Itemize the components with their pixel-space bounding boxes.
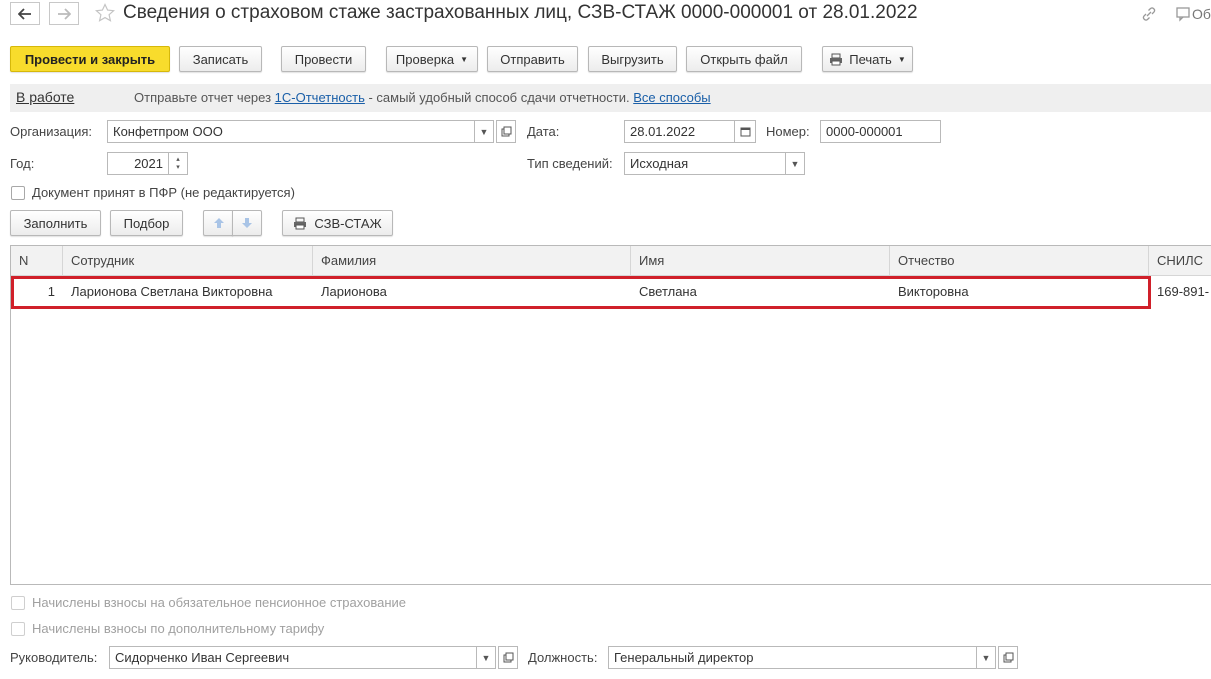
arrow-up-icon <box>213 218 224 228</box>
date-label: Дата: <box>527 124 560 139</box>
check-button-label: Проверка <box>395 51 455 67</box>
status-message: Отправьте отчет через 1С-Отчетность - са… <box>134 90 711 105</box>
print-dropdown-button[interactable]: Печать ▼ <box>822 46 913 72</box>
open-file-button[interactable]: Открыть файл <box>686 46 802 72</box>
organization-field[interactable]: Конфетпром ООО <box>107 120 475 143</box>
link-icon[interactable] <box>1140 5 1158 26</box>
back-button[interactable] <box>10 2 40 25</box>
employees-table[interactable]: N Сотрудник Фамилия Имя Отчество СНИЛС 1… <box>10 245 1211 585</box>
position-dropdown-button[interactable]: ▼ <box>976 646 996 669</box>
send-button[interactable]: Отправить <box>487 46 578 72</box>
column-header-employee[interactable]: Сотрудник <box>63 246 313 276</box>
star-icon <box>94 3 116 22</box>
row-highlight-frame <box>11 276 1151 309</box>
accepted-by-pfr-checkbox[interactable] <box>11 186 25 200</box>
print-szv-stazh-label: СЗВ-СТАЖ <box>314 215 382 231</box>
move-up-button[interactable] <box>203 210 233 236</box>
select-button[interactable]: Подбор <box>110 210 183 236</box>
check-dropdown-button[interactable]: Проверка ▼ <box>386 46 478 72</box>
calendar-icon <box>740 127 750 137</box>
stepper-down-icon: ▾ <box>176 163 180 171</box>
status-bar: В работе Отправьте отчет через 1С-Отчетн… <box>10 84 1211 112</box>
printer-icon <box>830 53 843 65</box>
favorite-star-button[interactable] <box>94 3 116 26</box>
year-stepper[interactable]: ▴ ▾ <box>168 152 188 175</box>
additional-tariff-checkbox[interactable] <box>11 622 25 636</box>
open-form-icon <box>503 652 513 663</box>
year-field[interactable]: 2021 <box>107 152 169 175</box>
additional-tariff-label: Начислены взносы по дополнительному тари… <box>32 621 325 636</box>
window-right-label: Об <box>1192 6 1211 22</box>
info-type-select[interactable]: Исходная <box>624 152 786 175</box>
arrow-down-icon <box>242 218 252 228</box>
column-header-middle-name[interactable]: Отчество <box>890 246 1149 276</box>
dropdown-arrow-icon: ▼ <box>897 54 906 64</box>
organization-dropdown-button[interactable]: ▼ <box>474 120 494 143</box>
status-message-suffix: - самый удобный способ сдачи отчетности. <box>364 90 634 105</box>
arrow-left-icon <box>18 7 31 20</box>
pension-contributions-checkbox[interactable] <box>11 596 25 610</box>
organization-open-button[interactable] <box>496 120 516 143</box>
column-header-last-name[interactable]: Фамилия <box>313 246 631 276</box>
head-label: Руководитель: <box>10 650 98 665</box>
info-type-label: Тип сведений: <box>527 156 613 171</box>
print-button-label: Печать <box>849 51 892 67</box>
number-label: Номер: <box>766 124 810 139</box>
stepper-up-icon: ▴ <box>176 155 180 163</box>
position-field[interactable]: Генеральный директор <box>608 646 977 669</box>
snils-cell[interactable]: 169-891- <box>1149 277 1211 307</box>
window-title: Сведения о страховом стаже застрахованны… <box>123 2 918 23</box>
pension-contributions-label: Начислены взносы на обязательное пенсион… <box>32 595 407 610</box>
table-header: N Сотрудник Фамилия Имя Отчество СНИЛС <box>11 246 1211 276</box>
fill-button[interactable]: Заполнить <box>10 210 101 236</box>
date-field[interactable]: 28.01.2022 <box>624 120 735 143</box>
arrow-right-icon <box>58 7 71 20</box>
organization-label: Организация: <box>10 124 93 139</box>
info-type-dropdown-button[interactable]: ▼ <box>785 152 805 175</box>
head-open-button[interactable] <box>498 646 518 669</box>
position-label: Должность: <box>528 650 598 665</box>
post-and-close-button[interactable]: Провести и закрыть <box>10 46 170 72</box>
accepted-by-pfr-label: Документ принят в ПФР (не редактируется) <box>32 185 295 200</box>
all-methods-link[interactable]: Все способы <box>633 90 710 105</box>
post-button[interactable]: Провести <box>281 46 366 72</box>
head-field[interactable]: Сидорченко Иван Сергеевич <box>109 646 477 669</box>
status-in-work-link[interactable]: В работе <box>16 89 74 105</box>
number-field[interactable]: 0000-000001 <box>820 120 941 143</box>
open-form-icon <box>501 126 511 137</box>
1c-reporting-link[interactable]: 1С-Отчетность <box>275 90 365 105</box>
printer-icon <box>294 217 307 229</box>
forward-button[interactable] <box>49 2 79 25</box>
export-button[interactable]: Выгрузить <box>588 46 677 72</box>
discussion-icon[interactable]: Об <box>1174 5 1211 23</box>
position-open-button[interactable] <box>998 646 1018 669</box>
status-message-prefix: Отправьте отчет через <box>134 90 275 105</box>
calendar-button[interactable] <box>734 120 756 143</box>
column-header-first-name[interactable]: Имя <box>631 246 890 276</box>
print-szv-stazh-button[interactable]: СЗВ-СТАЖ <box>282 210 393 236</box>
year-label: Год: <box>10 156 35 171</box>
open-form-icon <box>1003 652 1013 663</box>
head-dropdown-button[interactable]: ▼ <box>476 646 496 669</box>
move-down-button[interactable] <box>232 210 262 236</box>
column-header-snils[interactable]: СНИЛС <box>1149 246 1211 276</box>
dropdown-arrow-icon: ▼ <box>460 54 469 64</box>
save-button[interactable]: Записать <box>179 46 262 72</box>
column-header-n[interactable]: N <box>11 246 63 276</box>
